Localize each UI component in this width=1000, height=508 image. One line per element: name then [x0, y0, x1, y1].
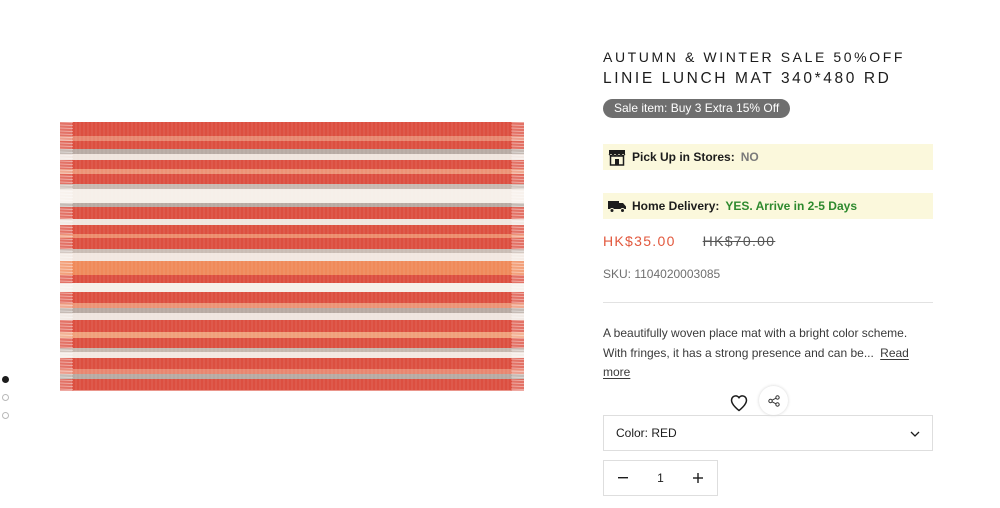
sale-price: HK$35.00 [603, 233, 676, 249]
delivery-label: Home Delivery: [632, 199, 720, 213]
share-icon [767, 394, 780, 407]
gallery-pagination [2, 376, 12, 430]
quantity-stepper: 1 [603, 460, 718, 496]
plus-icon [693, 473, 703, 483]
color-select[interactable]: Color: RED [603, 415, 933, 451]
sale-title: AUTUMN & WINTER SALE 50%OFF [603, 49, 906, 65]
pickup-notice: Pick Up in Stores: NO [603, 144, 933, 170]
share-button[interactable] [759, 386, 788, 415]
chevron-down-icon [910, 426, 920, 440]
description-text: A beautifully woven place mat with a bri… [603, 326, 908, 360]
product-description: A beautifully woven place mat with a bri… [603, 324, 933, 383]
pickup-label: Pick Up in Stores: [632, 150, 735, 164]
price-row: HK$35.00 HK$70.00 [603, 233, 775, 249]
original-price: HK$70.00 [702, 233, 776, 249]
wishlist-heart-icon[interactable] [729, 393, 749, 413]
divider [603, 302, 933, 303]
minus-icon [618, 477, 628, 479]
sku: SKU: 1104020003085 [603, 267, 721, 281]
gallery-dot-3[interactable] [2, 412, 9, 419]
increase-quantity-button[interactable] [679, 461, 717, 495]
product-title: LINIE LUNCH MAT 340*480 RD [603, 70, 892, 87]
product-image[interactable] [60, 110, 530, 420]
decrease-quantity-button[interactable] [604, 461, 642, 495]
gallery-dot-2[interactable] [2, 394, 9, 401]
truck-icon [607, 197, 627, 215]
gallery-dot-1[interactable] [2, 376, 9, 383]
pickup-value: NO [740, 150, 759, 164]
sale-badge: Sale item: Buy 3 Extra 15% Off [603, 99, 791, 118]
quantity-value[interactable]: 1 [657, 471, 664, 485]
lunch-mat-image [60, 121, 525, 391]
delivery-notice: Home Delivery: YES. Arrive in 2-5 Days [603, 193, 933, 219]
color-select-label: Color: RED [616, 426, 677, 440]
delivery-value: YES. Arrive in 2-5 Days [725, 199, 857, 213]
store-icon [607, 148, 627, 166]
